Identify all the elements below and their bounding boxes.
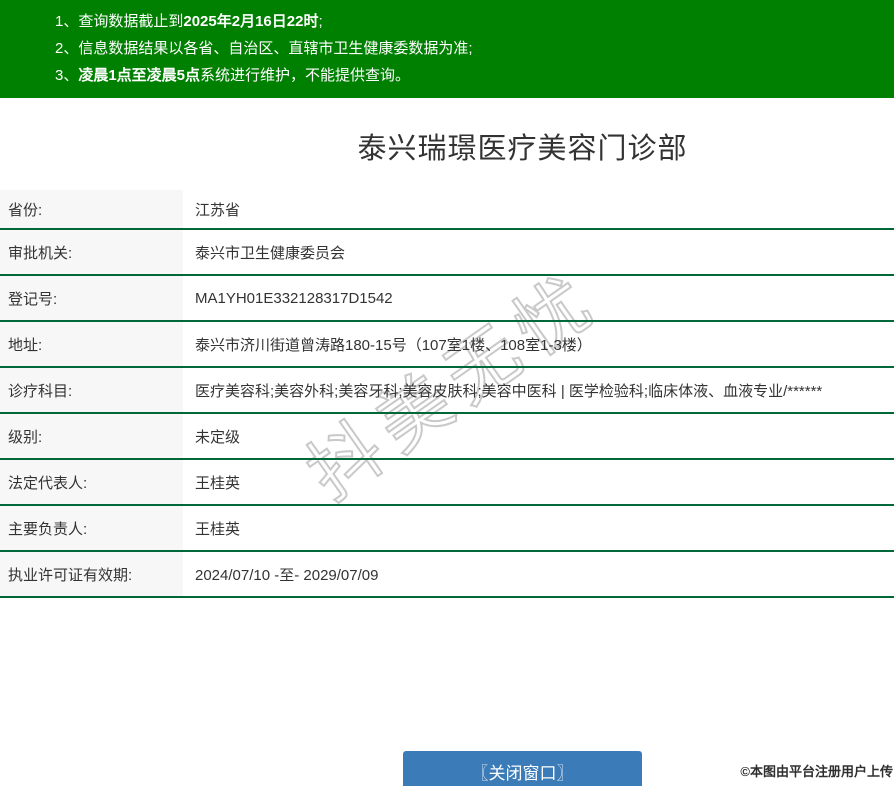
row-label: 执业许可证有效期: xyxy=(0,552,183,596)
table-row-level: 级别: 未定级 xyxy=(0,414,894,460)
title-section: 泰兴瑞璟医疗美容门诊部 xyxy=(0,98,894,170)
page: 抖美无忧 1、查询数据截止到2025年2月16日22时; 2、信息数据结果以各省… xyxy=(0,0,894,786)
notice-line-2: 2、信息数据结果以各省、自治区、直辖市卫生健康委数据为准; xyxy=(0,35,894,62)
notice-banner: 1、查询数据截止到2025年2月16日22时; 2、信息数据结果以各省、自治区、… xyxy=(0,0,894,98)
row-value: 泰兴市卫生健康委员会 xyxy=(195,244,346,262)
notice-text: 系统进行维护，不能提供查询。 xyxy=(200,67,411,84)
notice-text: ; xyxy=(318,13,323,30)
row-value: 医疗美容科;美容外科;美容牙科;美容皮肤科;美容中医科 | 医学检验科;临床体液… xyxy=(195,382,823,400)
notice-number: 2、 xyxy=(55,40,79,57)
copyright-stamp: ©本图由平台注册用户上传 xyxy=(740,764,893,779)
table-row-license-validity: 执业许可证有效期: 2024/07/10 -至- 2029/07/09 xyxy=(0,552,894,598)
row-label: 省份: xyxy=(0,190,183,228)
table-row-main-person-in-charge: 主要负责人: 王桂英 xyxy=(0,506,894,552)
row-label: 诊疗科目: xyxy=(0,368,183,412)
content-area: 1、查询数据截止到2025年2月16日22时; 2、信息数据结果以各省、自治区、… xyxy=(0,0,894,786)
row-value: 2024/07/10 -至- 2029/07/09 xyxy=(195,566,379,584)
notice-text: 信息数据结果以各省、自治区、直辖市卫生健康委数据为准; xyxy=(78,40,473,57)
row-label: 法定代表人: xyxy=(0,460,183,504)
table-row-registration-number: 登记号: MA1YH01E332128317D1542 xyxy=(0,276,894,322)
row-label: 主要负责人: xyxy=(0,506,183,550)
notice-number: 1、 xyxy=(55,13,79,30)
notice-text: 查询数据截止到 xyxy=(78,13,184,30)
table-row-approval-authority: 审批机关: 泰兴市卫生健康委员会 xyxy=(0,230,894,276)
table-row-treatment-subjects: 诊疗科目: 医疗美容科;美容外科;美容牙科;美容皮肤科;美容中医科 | 医学检验… xyxy=(0,368,894,414)
row-label: 地址: xyxy=(0,322,183,366)
row-value: 未定级 xyxy=(195,428,241,446)
table-row-province: 省份: 江苏省 xyxy=(0,190,894,230)
notice-line-3: 3、凌晨1点至凌晨5点系统进行维护，不能提供查询。 xyxy=(0,62,894,89)
notice-number: 3、 xyxy=(55,67,79,84)
page-title: 泰兴瑞璟医疗美容门诊部 xyxy=(357,133,688,165)
notice-bold-text: 凌晨1点至凌晨5点 xyxy=(78,67,201,84)
close-window-button[interactable]: 〖关闭窗口〗 xyxy=(403,751,642,786)
row-value: MA1YH01E332128317D1542 xyxy=(195,289,393,307)
notice-bold-text: 2025年2月16日22时 xyxy=(183,13,319,30)
notice-line-1: 1、查询数据截止到2025年2月16日22时; xyxy=(0,8,894,35)
row-value: 泰兴市济川街道曾涛路180-15号（107室1楼、108室1-3楼） xyxy=(195,336,592,354)
table-row-legal-representative: 法定代表人: 王桂英 xyxy=(0,460,894,506)
row-label: 级别: xyxy=(0,414,183,458)
row-value: 王桂英 xyxy=(195,520,241,538)
row-value: 王桂英 xyxy=(195,474,241,492)
details-table: 省份: 江苏省 审批机关: 泰兴市卫生健康委员会 登记号: MA1YH01E33… xyxy=(0,190,894,598)
row-label: 审批机关: xyxy=(0,230,183,274)
row-label: 登记号: xyxy=(0,276,183,320)
row-value: 江苏省 xyxy=(195,201,241,219)
table-row-address: 地址: 泰兴市济川街道曾涛路180-15号（107室1楼、108室1-3楼） xyxy=(0,322,894,368)
